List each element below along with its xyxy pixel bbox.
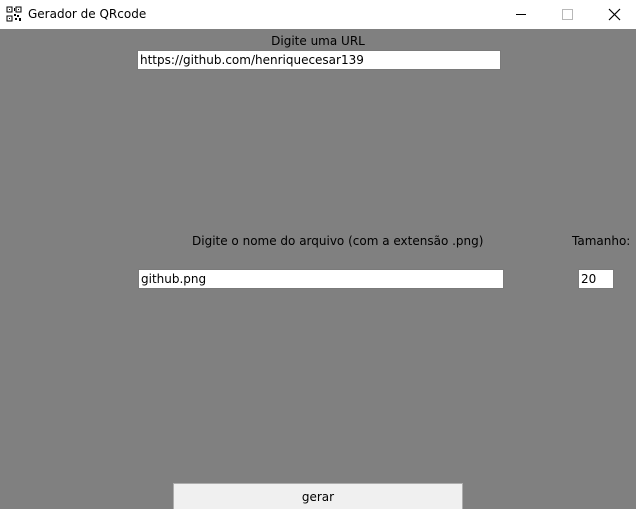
- minimize-button[interactable]: [498, 0, 544, 29]
- generate-button[interactable]: gerar: [173, 483, 463, 509]
- close-button[interactable]: [590, 0, 636, 29]
- qr-code-icon: [6, 6, 22, 22]
- filename-input[interactable]: [138, 269, 504, 289]
- window-title: Gerador de QRcode: [28, 7, 147, 21]
- window-content: Digite uma URL Digite o nome do arquivo …: [0, 29, 636, 509]
- filename-label: Digite o nome do arquivo (com a extensão…: [192, 234, 484, 248]
- url-label: Digite uma URL: [271, 34, 365, 48]
- maximize-icon: [562, 9, 573, 20]
- url-input[interactable]: [137, 50, 501, 70]
- minimize-icon: [516, 14, 526, 15]
- size-input[interactable]: [578, 269, 614, 289]
- size-label: Tamanho:: [572, 234, 631, 248]
- maximize-button[interactable]: [544, 0, 590, 29]
- title-bar[interactable]: Gerador de QRcode: [0, 0, 636, 29]
- close-icon: [608, 8, 621, 21]
